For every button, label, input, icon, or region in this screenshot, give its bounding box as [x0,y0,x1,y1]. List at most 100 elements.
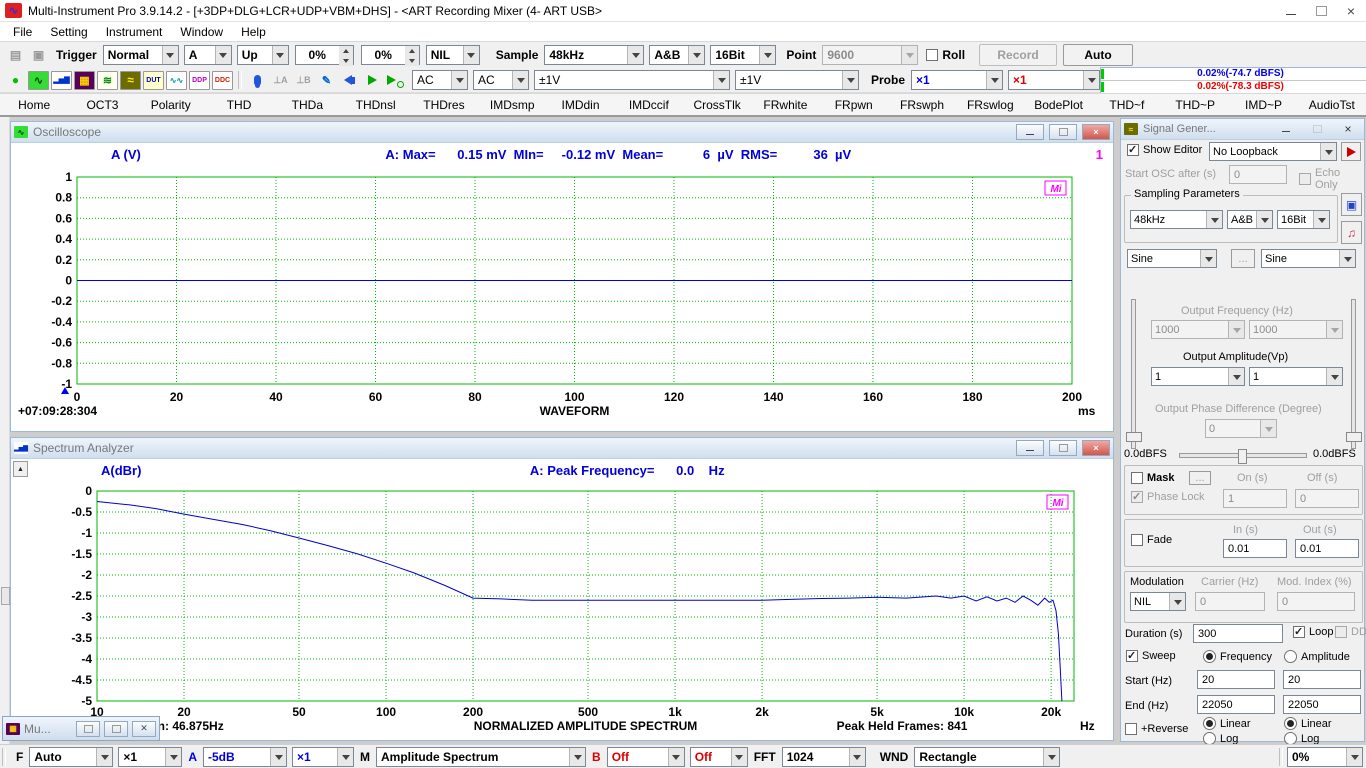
a-scale-combo[interactable]: ×1 [292,747,354,767]
restore-button[interactable] [76,721,100,737]
balance-slider[interactable] [1179,453,1307,458]
frequency-scale-combo[interactable]: ×1 [118,747,182,767]
trigger-delay-spinner[interactable] [405,45,420,65]
waveform-a-combo[interactable]: Sine [1127,249,1217,268]
trigger-edge-combo[interactable]: Up [237,45,289,65]
ddc-icon[interactable]: DDC [211,70,234,90]
generator-play-button[interactable] [1341,142,1361,161]
output-level-slider-a[interactable] [1131,299,1136,449]
open-file-icon[interactable]: ▤ [4,45,27,65]
invert-b-icon[interactable]: ⊥B [292,70,315,90]
coupling-a-combo[interactable]: AC [412,70,468,90]
ddp-viewer-icon[interactable]: DDP [188,70,211,90]
tab-crosstlk[interactable]: CrossTlk [683,94,751,115]
b-scale-combo[interactable]: Off [690,747,748,767]
frequency-rejection-combo[interactable]: NIL [426,45,480,65]
menu-help[interactable]: Help [232,25,275,39]
modulation-combo[interactable]: NIL [1130,592,1186,611]
minimize-button[interactable] [1273,122,1299,136]
range-b-combo[interactable]: ±1V [735,70,859,90]
tab-thdres[interactable]: THDres [410,94,478,115]
probe-a-combo[interactable]: ×1 [911,70,1003,90]
fade-checkbox[interactable]: Fade [1131,534,1172,546]
tab-polarity[interactable]: Polarity [137,94,205,115]
signal-generator-titlebar[interactable]: ≈ Signal Gener... × [1121,119,1364,140]
menu-window[interactable]: Window [171,25,232,39]
waveform-b-combo[interactable]: Sine [1261,249,1356,268]
sweep-checkbox[interactable]: Sweep [1126,650,1176,662]
close-icon[interactable]: ✕ [132,721,156,737]
close-icon[interactable]: × [1082,124,1110,140]
window-function-combo[interactable]: Rectangle [914,747,1060,767]
sweep-start-a-input[interactable]: 20 [1197,670,1275,689]
sweep-b-linear-radio[interactable]: Linear [1284,717,1332,730]
overlap-combo[interactable]: 0% [1287,747,1363,767]
trigger-mode-combo[interactable]: Normal [103,45,179,65]
restore-button[interactable] [1049,124,1077,140]
generator-channels-combo[interactable]: A&B [1227,210,1273,229]
play-icon[interactable] [361,70,384,90]
tab-imd-p[interactable]: IMD~P [1229,94,1297,115]
tab-thda[interactable]: THDa [273,94,341,115]
speaker-icon[interactable] [338,70,361,90]
fade-out-input[interactable]: 0.01 [1295,539,1359,558]
sweep-frequency-radio[interactable]: Frequency [1203,650,1272,663]
fft-size-combo[interactable]: 1024 [782,747,866,767]
trigger-level-field[interactable]: 0% [295,45,339,65]
play-loop-icon[interactable] [384,70,407,90]
scroll-up-button[interactable]: ▲ [13,461,28,477]
save-signal-icon[interactable]: ▣ [1341,193,1362,216]
menu-instrument[interactable]: Instrument [97,25,172,39]
sweep-end-a-input[interactable]: 22050 [1197,695,1275,714]
trigger-level-spinner[interactable] [339,45,354,65]
probe-calibration-icon[interactable]: ✎ [315,70,338,90]
tab-imdsmp[interactable]: IMDsmp [478,94,546,115]
tab-thd[interactable]: THD [205,94,273,115]
show-editor-checkbox[interactable]: Show Editor [1127,144,1202,156]
tab-home[interactable]: Home [0,94,68,115]
loop-checkbox[interactable]: Loop [1293,626,1333,638]
oscilloscope-titlebar[interactable]: ∿ Oscilloscope × [11,122,1113,143]
roll-checkbox[interactable]: Roll [926,48,965,62]
minimize-button[interactable] [1016,440,1044,456]
spectrum-3d-plot-icon[interactable]: ≋ [96,70,119,90]
output-level-slider-b[interactable] [1351,299,1356,449]
invert-a-icon[interactable]: ⊥A [269,70,292,90]
frequency-range-combo[interactable]: Auto [29,747,113,767]
amplitude-a-combo[interactable]: 1 [1151,367,1245,386]
derived-data-curves-icon[interactable]: ∿∿ [165,70,188,90]
oscilloscope-icon[interactable]: ∿ [27,70,50,90]
probe-b-combo[interactable]: ×1 [1008,70,1100,90]
tab-thd-f[interactable]: THD~f [1093,94,1161,115]
sweep-end-b-input[interactable]: 22050 [1283,695,1361,714]
tab-frswph[interactable]: FRswph [888,94,956,115]
duration-input[interactable]: 300 [1193,624,1283,643]
b-range-combo[interactable]: Off [607,747,685,767]
tab-imdccif[interactable]: IMDccif [615,94,683,115]
music-note-icon[interactable]: ♫ [1341,221,1362,244]
tab-frwhite[interactable]: FRwhite [751,94,819,115]
sample-rate-combo[interactable]: 48kHz [544,45,644,65]
reverse-checkbox[interactable]: +Reverse [1125,723,1188,735]
sample-channels-combo[interactable]: A&B [649,45,705,65]
a-range-combo[interactable]: -5dB [203,747,287,767]
display-mode-combo[interactable]: Amplitude Spectrum [376,747,586,767]
run-indicator-icon[interactable]: ● [4,70,27,90]
close-button[interactable]: × [1336,0,1366,21]
tab-frpwn[interactable]: FRpwn [820,94,888,115]
maximize-button[interactable] [104,721,128,737]
fade-in-input[interactable]: 0.01 [1223,539,1287,558]
scroll-thumb[interactable] [1,587,10,605]
spectrum-analyzer-icon[interactable]: ▂▅▇ [50,70,73,90]
generator-sample-rate-combo[interactable]: 48kHz [1130,210,1223,229]
tab-bodeplot[interactable]: BodePlot [1024,94,1092,115]
maximize-button[interactable] [1306,0,1336,21]
tab-oct3[interactable]: OCT3 [68,94,136,115]
mask-checkbox[interactable]: Mask [1131,472,1175,484]
microphone-icon[interactable] [246,70,269,90]
multimeter-icon[interactable]: ▦ [73,70,96,90]
restore-button[interactable] [1049,440,1077,456]
tab-thd-p[interactable]: THD~P [1161,94,1229,115]
close-icon[interactable]: × [1082,440,1110,456]
minimize-button[interactable] [1016,124,1044,140]
